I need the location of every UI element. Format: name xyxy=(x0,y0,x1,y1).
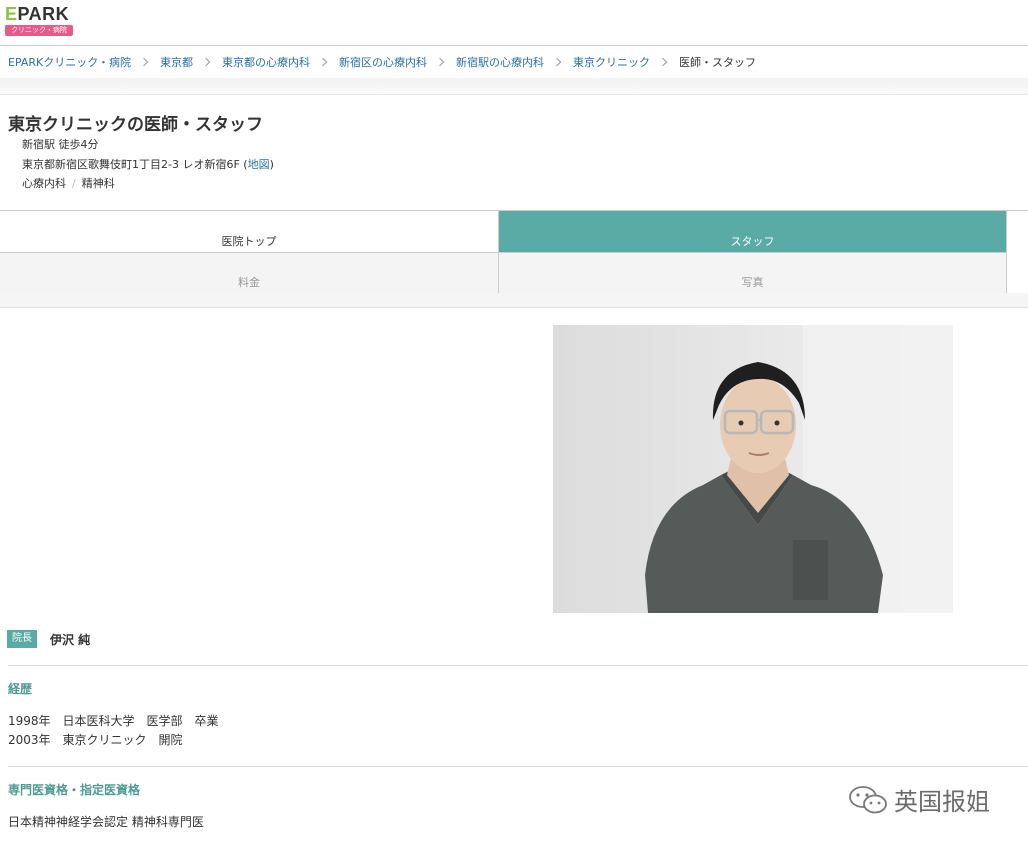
career-item: 1998年 日本医科大学 医学部 卒業 xyxy=(8,714,219,728)
breadcrumb-link-shinjuku-ward[interactable]: 新宿区の心療内科 xyxy=(339,54,427,70)
divider xyxy=(8,766,1028,767)
address-text: 東京都新宿区歌舞伎町1丁目2-3 レオ新宿6F ( xyxy=(22,158,248,171)
qualification-title: 専門医資格・指定医資格 xyxy=(8,783,141,797)
tab-fee[interactable]: 料金 xyxy=(0,252,499,293)
chevron-right-icon xyxy=(318,57,328,67)
logo-wordmark: EPARK xyxy=(5,4,70,24)
doctor-photo xyxy=(553,325,953,613)
clinic-access: 新宿駅 徒歩4分 xyxy=(22,138,99,151)
breadcrumb-divider xyxy=(0,78,1028,95)
clinic-departments: 心療内科 / 精神科 xyxy=(22,175,115,191)
career-title: 経歴 xyxy=(8,682,33,696)
chevron-right-icon xyxy=(552,57,562,67)
qualification-item: 日本精神神経学会認定 精神科専門医 xyxy=(8,815,204,829)
chevron-right-icon xyxy=(658,57,668,67)
department-psychiatry: 精神科 xyxy=(81,177,115,190)
doctor-name: 伊沢 純 xyxy=(50,633,91,647)
breadcrumb-link-tokyo-psychosomatic[interactable]: 東京都の心療内科 xyxy=(222,54,310,70)
clinic-address: 東京都新宿区歌舞伎町1丁目2-3 レオ新宿6F (地図) xyxy=(22,156,274,172)
breadcrumb-current: 医師・スタッフ xyxy=(679,56,757,69)
tab-fee-label: 料金 xyxy=(238,276,260,289)
clinic-tabs: 医院トップ スタッフ 料金 写真 xyxy=(0,210,1028,295)
tab-photo[interactable]: 写真 xyxy=(499,252,1007,293)
breadcrumb: EPARKクリニック・病院 東京都 東京都の心療内科 新宿区の心療内科 新宿駅の… xyxy=(8,54,756,70)
page-title: 東京クリニックの医師・スタッフ xyxy=(8,115,263,135)
chevron-right-icon xyxy=(139,57,149,67)
tab-photo-label: 写真 xyxy=(741,276,764,289)
watermark: 英国报姐 xyxy=(848,782,990,817)
map-link[interactable]: 地図 xyxy=(248,158,270,171)
watermark-text: 英国报姐 xyxy=(894,788,990,816)
department-separator: / xyxy=(72,177,76,190)
tab-staff[interactable]: スタッフ xyxy=(499,211,1007,252)
breadcrumb-link-clinic[interactable]: 東京クリニック xyxy=(573,54,650,70)
chevron-right-icon xyxy=(435,57,445,67)
role-badge: 院長 xyxy=(7,630,37,648)
wechat-icon xyxy=(849,785,887,813)
tab-clinic-top-label: 医院トップ xyxy=(221,235,277,248)
logo-subtitle: クリニック・病院 xyxy=(5,25,73,36)
chevron-right-icon xyxy=(201,57,211,67)
address-close: ) xyxy=(269,158,274,171)
tabs-spacer xyxy=(0,293,1028,308)
breadcrumb-link-tokyo[interactable]: 東京都 xyxy=(160,54,193,70)
epark-logo[interactable]: EPARK クリニック・病院 xyxy=(5,5,75,37)
divider xyxy=(8,665,1028,666)
tab-clinic-top[interactable]: 医院トップ xyxy=(0,211,499,252)
breadcrumb-link-shinjuku-station[interactable]: 新宿駅の心療内科 xyxy=(456,54,544,70)
career-item: 2003年 東京クリニック 開院 xyxy=(8,733,183,747)
breadcrumb-link-epark[interactable]: EPARKクリニック・病院 xyxy=(8,54,131,70)
header: EPARK クリニック・病院 xyxy=(0,0,1028,46)
department-psychosomatic: 心療内科 xyxy=(22,177,66,190)
tab-staff-label: スタッフ xyxy=(730,235,775,248)
